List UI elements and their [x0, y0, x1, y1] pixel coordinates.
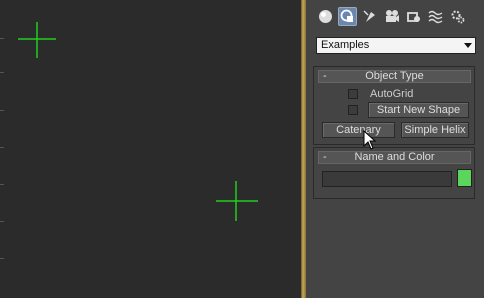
crosshair-marker: [18, 22, 56, 58]
start-new-shape-checkbox[interactable]: [348, 105, 358, 115]
create-category-tabs: [316, 7, 467, 29]
object-type-rollout-header[interactable]: - Object Type: [318, 70, 471, 83]
ruler-tick: [0, 72, 4, 73]
autogrid-checkbox[interactable]: [348, 89, 358, 99]
simple-helix-button[interactable]: Simple Helix: [401, 122, 469, 138]
geometry-icon[interactable]: [316, 7, 335, 26]
ruler-tick: [0, 110, 4, 111]
name-and-color-rollout: - Name and Color: [313, 147, 475, 199]
ruler-tick: [0, 258, 4, 259]
cameras-icon[interactable]: [382, 7, 401, 26]
category-dropdown-value: Examples: [321, 39, 370, 51]
spacewarps-icon[interactable]: [426, 7, 445, 26]
chevron-down-icon: [464, 43, 472, 48]
object-type-title: Object Type: [365, 70, 424, 82]
helpers-icon[interactable]: [404, 7, 423, 26]
lights-icon[interactable]: [360, 7, 379, 26]
mouse-cursor-icon: [363, 129, 377, 153]
catenary-button[interactable]: Catenary: [322, 122, 395, 138]
crosshair-marker: [216, 181, 258, 221]
collapse-icon: -: [323, 70, 327, 82]
object-type-rollout: - Object Type AutoGrid Start New Shape C…: [313, 66, 475, 145]
command-panel: Examples - Object Type AutoGrid Start Ne…: [306, 0, 484, 298]
collapse-icon: -: [323, 151, 327, 163]
object-color-swatch[interactable]: [457, 169, 472, 187]
systems-icon[interactable]: [448, 7, 467, 26]
object-name-input[interactable]: [322, 171, 452, 187]
start-new-shape-button[interactable]: Start New Shape: [368, 102, 469, 118]
ruler-tick: [0, 38, 4, 39]
category-dropdown[interactable]: Examples: [316, 37, 476, 54]
name-and-color-rollout-header[interactable]: - Name and Color: [318, 151, 471, 164]
viewport[interactable]: [0, 0, 301, 298]
ruler-tick: [0, 221, 4, 222]
autogrid-label: AutoGrid: [370, 88, 414, 100]
ruler-tick: [0, 147, 4, 148]
ruler-tick: [0, 184, 4, 185]
shapes-icon[interactable]: [338, 7, 357, 26]
